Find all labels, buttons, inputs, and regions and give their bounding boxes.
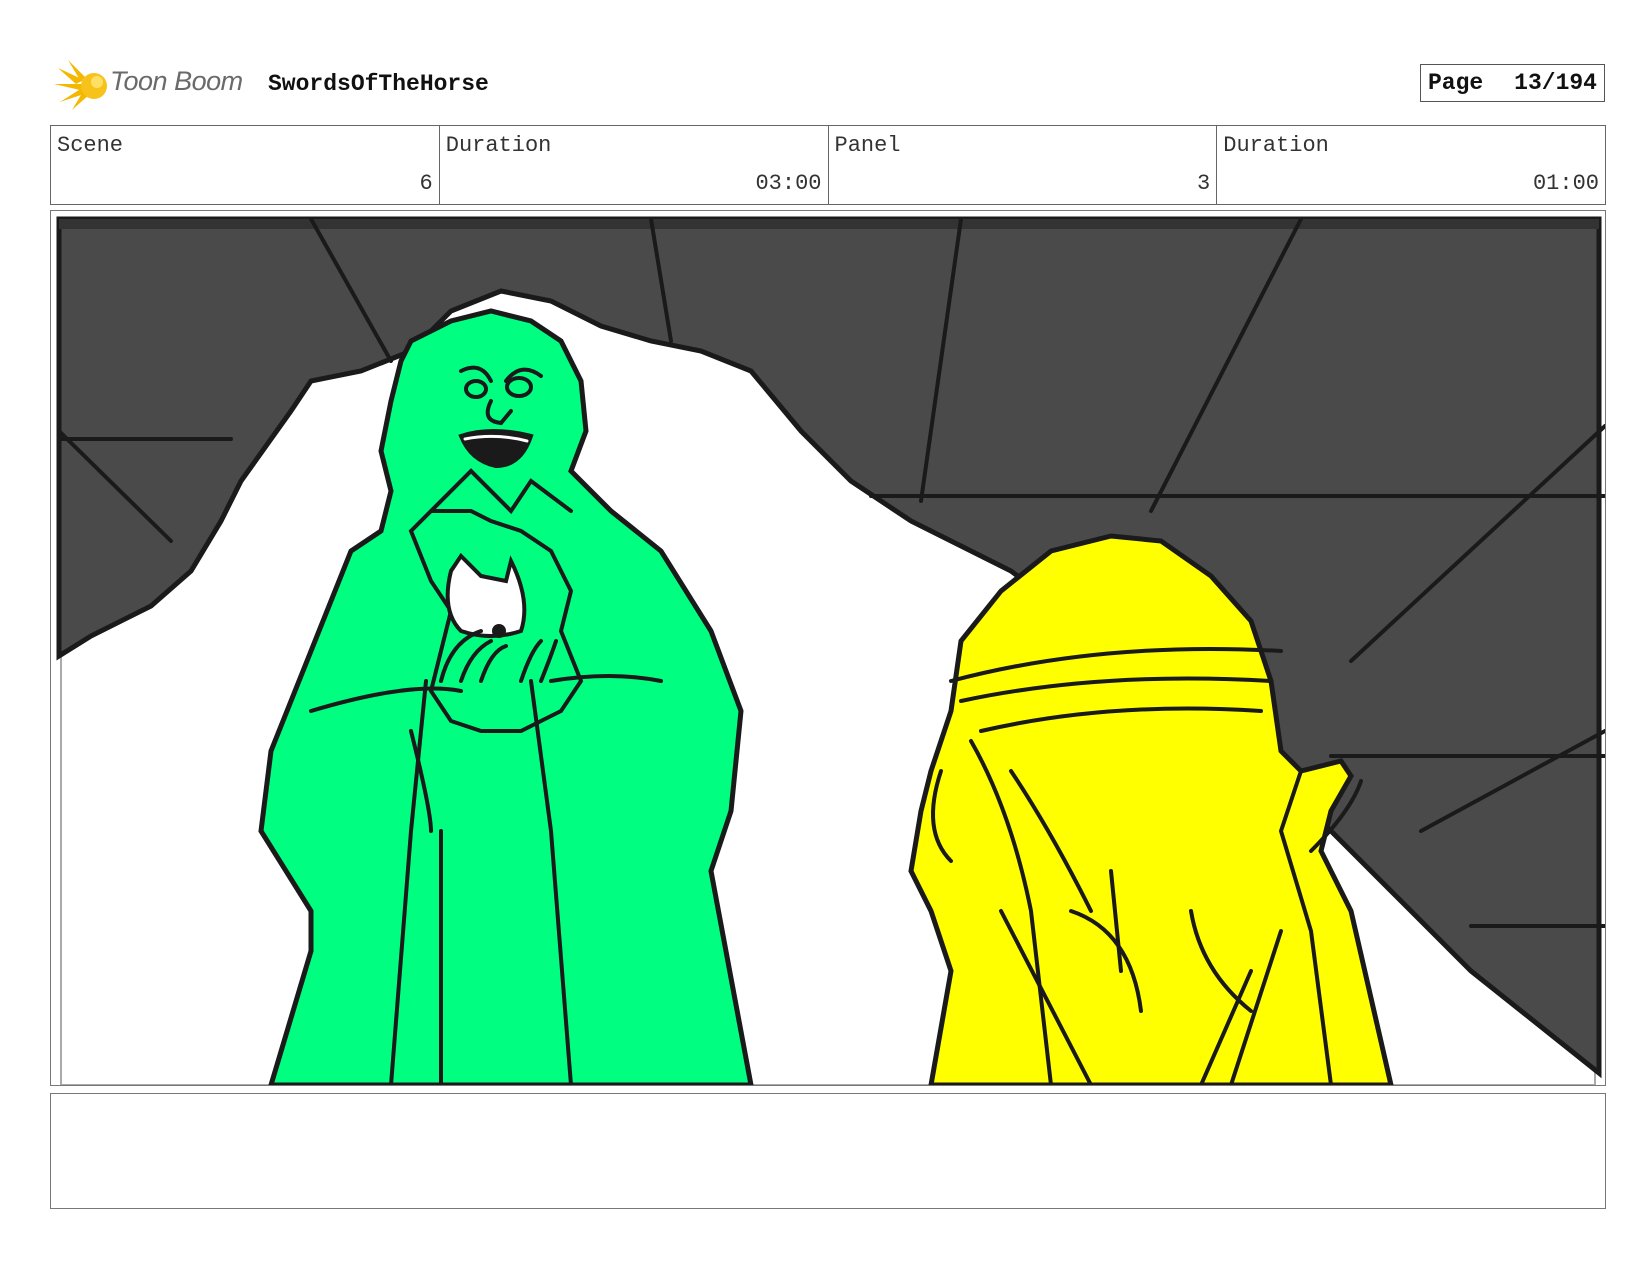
- scene-value: 6: [419, 171, 433, 196]
- scene-label: Scene: [57, 133, 124, 158]
- scene-duration-cell: Duration 03:00: [440, 126, 829, 204]
- brand-name: Toon Boom: [110, 66, 243, 96]
- panel-duration-value: 01:00: [1532, 171, 1599, 196]
- page-indicator: Page 13/194: [1420, 64, 1605, 102]
- scene-duration-label: Duration: [445, 133, 552, 158]
- panel-duration-label: Duration: [1223, 133, 1329, 158]
- panel-duration-cell: Duration 01:00: [1217, 126, 1605, 204]
- panel-value: 3: [1197, 171, 1211, 196]
- panel-drawing: [51, 211, 1605, 1085]
- scene-cell: Scene 6: [51, 126, 440, 204]
- scene-info-table: Scene 6 Duration 03:00 Panel 3 Duration …: [50, 125, 1606, 205]
- scene-duration-value: 03:00: [755, 171, 822, 196]
- starburst-icon: [54, 60, 107, 110]
- toon-boom-logo: Toon Boom: [54, 56, 254, 112]
- panel-cell: Panel 3: [829, 126, 1218, 204]
- project-title: SwordsOfTheHorse: [268, 71, 489, 97]
- panel-label: Panel: [834, 133, 901, 158]
- page-label: Page: [1428, 70, 1484, 96]
- storyboard-header: Toon Boom SwordsOfTheHorse Page 13/194: [50, 56, 1605, 112]
- storyboard-panel: [50, 210, 1606, 1086]
- page-number: 13/194: [1514, 70, 1597, 96]
- panel-notes-box: [50, 1093, 1606, 1209]
